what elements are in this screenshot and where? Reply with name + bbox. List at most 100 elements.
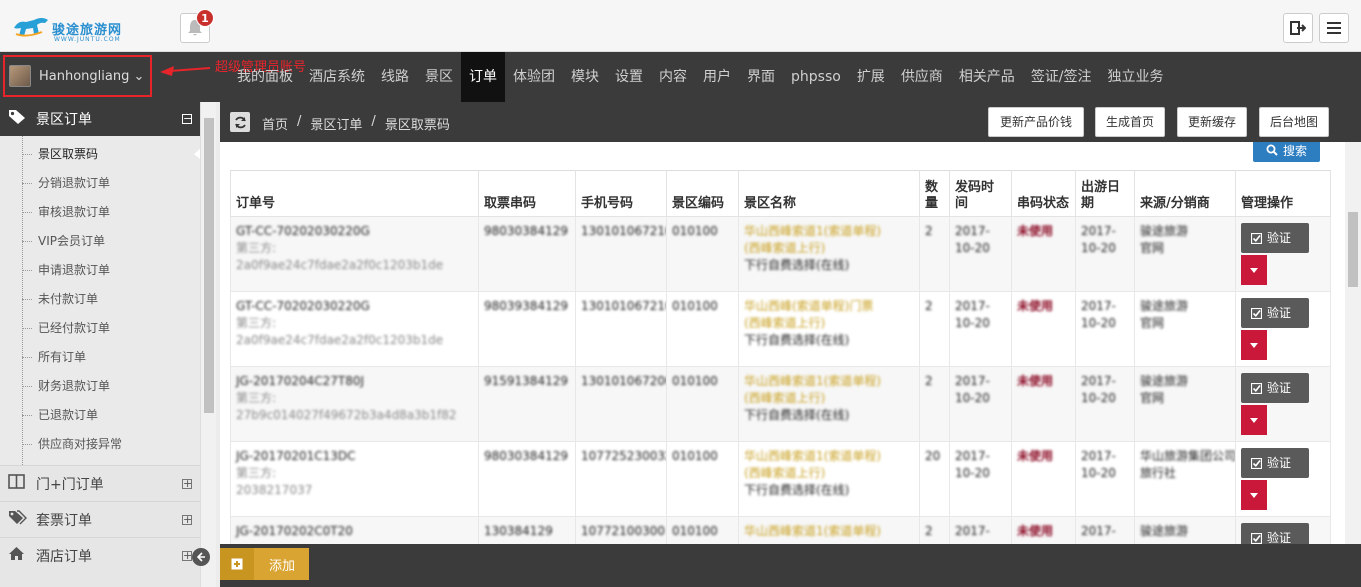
issue-time-date: 10-20: [955, 241, 990, 255]
sidebar-subitem[interactable]: 已经付款订单: [0, 314, 200, 343]
sidebar-subitem[interactable]: 申请退款订单: [0, 256, 200, 285]
verify-button[interactable]: 验证: [1241, 523, 1309, 544]
actions-dropdown-button[interactable]: [1241, 330, 1267, 360]
expand-icon[interactable]: +: [182, 478, 192, 489]
actions-dropdown-button[interactable]: [1241, 480, 1267, 510]
main-content: 搜索 订单号 取票串码 手机号码 景区编码 景区名称 数量 发码时间 串码状态 出游日期 来源/分…: [220, 142, 1345, 544]
sidebar-submenu: 景区取票码 分销退款订单 审核退款订单 VIP会员订单 申请退款订单 未付款订单 已经付款订…: [0, 136, 200, 465]
expand-icon[interactable]: +: [182, 550, 192, 561]
nav-item-7[interactable]: 设置: [607, 52, 651, 102]
update-cache-button[interactable]: 更新缓存: [1177, 107, 1247, 137]
order-hash: 2038217037: [236, 483, 313, 497]
user-menu[interactable]: Hanhongliang ⌄: [3, 55, 152, 97]
breadcrumb-current: 景区取票码: [384, 118, 450, 133]
verify-button[interactable]: 验证: [1241, 223, 1309, 253]
nav-item-3[interactable]: 景区: [417, 52, 461, 102]
sidebar-subitem[interactable]: 审核退款订单: [0, 198, 200, 227]
actions-dropdown-button[interactable]: [1241, 405, 1267, 435]
search-button[interactable]: 搜索: [1253, 142, 1320, 162]
sidebar-subitem[interactable]: 所有订单: [0, 343, 200, 372]
sidebar-subitem[interactable]: 供应商对接异常: [0, 430, 200, 459]
collapse-icon[interactable]: −: [182, 113, 192, 124]
scenic-name: 华山西峰索道1(索道单程): [744, 524, 881, 538]
sidebar-subitem[interactable]: 已退款订单: [0, 401, 200, 430]
column-header: 订单号: [230, 170, 479, 217]
ticket-code: 98030384129: [484, 449, 568, 463]
nav-item-15[interactable]: 签证/签注: [1023, 52, 1100, 102]
sidebar-subitem[interactable]: VIP会员订单: [0, 227, 200, 256]
verify-label: 验证: [1267, 230, 1292, 245]
add-button[interactable]: 添加: [220, 548, 309, 580]
quantity: 20: [925, 449, 941, 463]
issue-time: 2017-: [955, 524, 990, 538]
nav-item-0[interactable]: 我的面板: [229, 52, 301, 102]
quantity: 2: [925, 524, 933, 538]
verify-button[interactable]: 验证: [1241, 298, 1309, 328]
breadcrumb-scenic-orders[interactable]: 景区订单: [310, 114, 362, 133]
order-hash: 2a0f9ae24c7fdae2a2f0c1203b1de: [236, 258, 444, 272]
nav-item-6[interactable]: 模块: [563, 52, 607, 102]
sidebar-section-scenic-orders[interactable]: 景区订单 −: [0, 102, 200, 136]
sidebar-subitem[interactable]: 财务退款订单: [0, 372, 200, 401]
sitemap-button[interactable]: 后台地图: [1259, 107, 1329, 137]
nav-item-4[interactable]: 订单: [461, 52, 505, 102]
nav-item-12[interactable]: 扩展: [849, 52, 893, 102]
bottom-bar: 添加: [220, 544, 1361, 587]
scenic-name-detail: (西峰索道上行): [744, 466, 826, 480]
table-row: JG-20170202C0T20 130384129 10772100300 0101…: [230, 516, 1331, 544]
plus-square-icon: [220, 548, 254, 580]
nav-item-14[interactable]: 相关产品: [951, 52, 1023, 102]
actions-dropdown-button[interactable]: [1241, 255, 1267, 285]
nav-item-10[interactable]: 界面: [739, 52, 783, 102]
generate-home-button[interactable]: 生成首页: [1095, 107, 1165, 137]
code-status: 未使用: [1017, 299, 1054, 313]
nav-item-8[interactable]: 内容: [651, 52, 695, 102]
update-price-button[interactable]: 更新产品价钱: [988, 107, 1084, 137]
sidebar-collapse-button[interactable]: [192, 548, 210, 566]
column-header: 发码时间: [949, 170, 1012, 217]
travel-date: 2017-: [1081, 449, 1116, 463]
nav-item-13[interactable]: 供应商: [893, 52, 951, 102]
sidebar-section-label: 景区订单: [36, 112, 92, 128]
breadcrumb-bar: 首页 / 景区订单 / 景区取票码 更新产品价钱 生成首页 更新缓存 后台地图: [220, 102, 1361, 142]
sidebar-subitem[interactable]: 未付款订单: [0, 285, 200, 314]
refresh-button[interactable]: [230, 112, 250, 132]
sidebar-group[interactable]: 套票订单 +: [0, 501, 200, 537]
menu-button[interactable]: [1319, 13, 1349, 43]
column-header: 手机号码: [575, 170, 667, 217]
sidebar-subitem[interactable]: 分销退款订单: [0, 169, 200, 198]
search-button-label: 搜索: [1282, 143, 1307, 158]
sidebar-group-label: 酒店订单: [36, 548, 92, 565]
column-header: 景区名称: [738, 170, 920, 217]
breadcrumb-home[interactable]: 首页: [262, 114, 288, 133]
order-number: GT-CC-70202030220G: [236, 299, 370, 313]
verify-button[interactable]: 验证: [1241, 373, 1309, 403]
notification-badge: 1: [196, 9, 214, 27]
caret-down-icon: [1250, 342, 1258, 348]
verify-button[interactable]: 验证: [1241, 448, 1309, 478]
nav-item-5[interactable]: 体验团: [505, 52, 563, 102]
sidebar-subitem[interactable]: 景区取票码: [0, 140, 200, 169]
expand-icon[interactable]: +: [182, 514, 192, 525]
nav-item-11[interactable]: phpsso: [783, 52, 849, 102]
sidebar-group[interactable]: 门+门订单 +: [0, 465, 200, 501]
refresh-icon: [234, 116, 246, 128]
caret-down-icon: [1250, 267, 1258, 273]
logout-button[interactable]: [1283, 13, 1313, 43]
nav-item-16[interactable]: 独立业务: [1100, 52, 1172, 102]
scenic-code: 010100: [672, 449, 718, 463]
chevron-down-icon: ⌄: [133, 68, 145, 84]
travel-date: 2017-: [1081, 299, 1116, 313]
column-header: 管理操作: [1235, 170, 1331, 217]
brand-logo[interactable]: 骏途旅游网 WWW.JUNTU.COM: [8, 10, 148, 44]
content-scrollbar[interactable]: [1345, 142, 1361, 544]
search-icon: [1266, 144, 1278, 156]
source-type: 官网: [1140, 391, 1165, 405]
nav-item-1[interactable]: 酒店系统: [301, 52, 373, 102]
nav-item-2[interactable]: 线路: [373, 52, 417, 102]
sidebar-scrollbar[interactable]: [200, 102, 216, 587]
travel-date-day: 10-20: [1081, 466, 1116, 480]
nav-item-9[interactable]: 用户: [695, 52, 739, 102]
travel-date: 2017-: [1081, 224, 1116, 238]
sidebar-group[interactable]: 酒店订单 +: [0, 537, 200, 573]
